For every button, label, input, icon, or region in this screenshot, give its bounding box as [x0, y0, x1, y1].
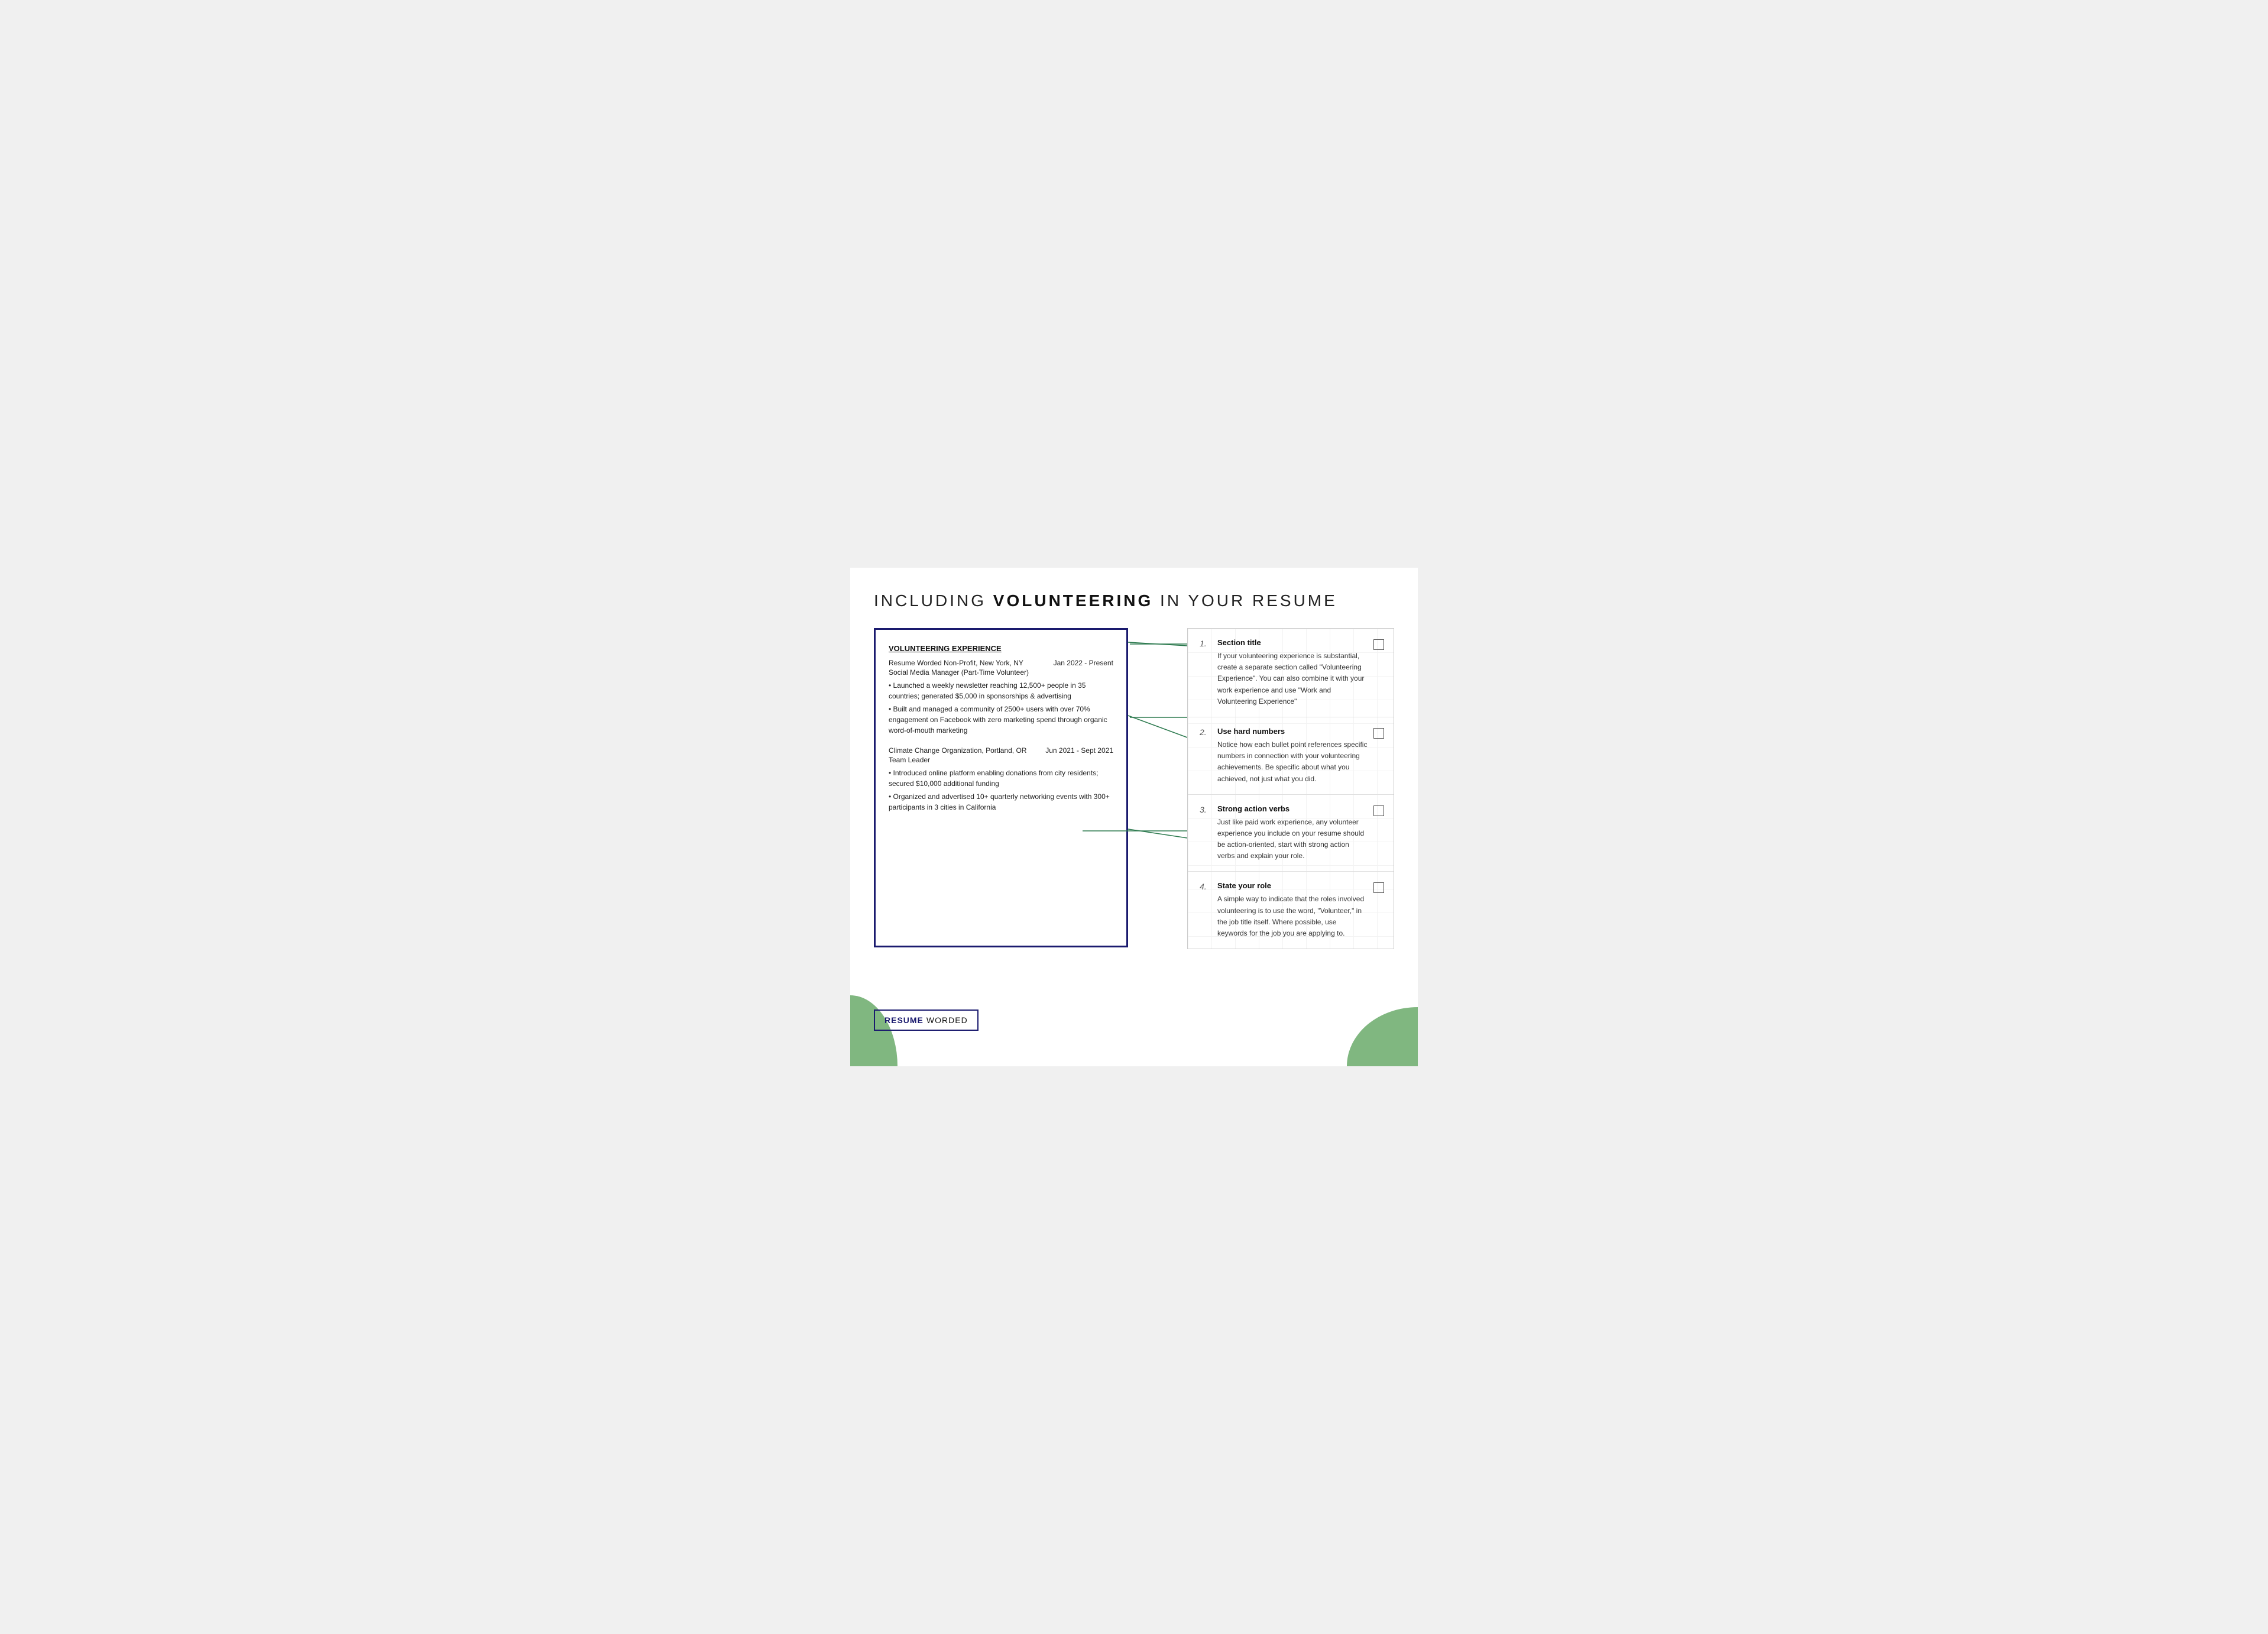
- title-suffix: IN YOUR RESUME: [1153, 591, 1337, 610]
- tip-1-title: Section title: [1217, 638, 1368, 647]
- tip-2-content: Use hard numbers Notice how each bullet …: [1217, 727, 1368, 785]
- content-area: VOLUNTEERING EXPERIENCE Resume Worded No…: [874, 628, 1394, 986]
- resume-entry-1-org: Resume Worded Non-Profit, New York, NY: [889, 659, 1023, 667]
- resume-entry-1-bullet-1: • Launched a weekly newsletter reaching …: [889, 680, 1113, 701]
- tip-4-content: State your role A simple way to indicate…: [1217, 881, 1368, 939]
- tips-panel: 1. Section title If your volunteering ex…: [1187, 628, 1394, 949]
- resume-panel: VOLUNTEERING EXPERIENCE Resume Worded No…: [874, 628, 1128, 947]
- brand-box: RESUME WORDED: [874, 1009, 979, 1031]
- tip-2-number: 2.: [1200, 727, 1217, 737]
- tip-4-text: A simple way to indicate that the roles …: [1217, 894, 1368, 939]
- title-prefix: INCLUDING: [874, 591, 993, 610]
- connector-svg-middle: [1128, 628, 1187, 983]
- page-container: INCLUDING VOLUNTEERING IN YOUR RESUME VO…: [850, 568, 1418, 1066]
- page-title: INCLUDING VOLUNTEERING IN YOUR RESUME: [874, 591, 1394, 610]
- tip-1-checkbox[interactable]: [1373, 639, 1384, 650]
- branding-area: RESUME WORDED: [874, 1009, 1394, 1031]
- resume-entry-2: Climate Change Organization, Portland, O…: [889, 746, 1113, 813]
- tip-3-checkbox[interactable]: [1373, 805, 1384, 816]
- tip-item-2: 2. Use hard numbers Notice how each bull…: [1188, 717, 1394, 795]
- tip-2-text: Notice how each bullet point references …: [1217, 739, 1368, 785]
- brand-worded: WORDED: [926, 1015, 968, 1025]
- tip-4-checkbox[interactable]: [1373, 882, 1384, 893]
- resume-entry-2-bullet-1: • Introduced online platform enabling do…: [889, 768, 1113, 789]
- brand-resume: RESUME: [884, 1015, 924, 1025]
- connector-area: [1128, 628, 1187, 986]
- tip-2-title: Use hard numbers: [1217, 727, 1368, 736]
- tip-1-number: 1.: [1200, 638, 1217, 648]
- tip-1-text: If your volunteering experience is subst…: [1217, 651, 1368, 707]
- resume-section-title: VOLUNTEERING EXPERIENCE: [889, 644, 1113, 653]
- resume-entry-2-date: Jun 2021 - Sept 2021: [1045, 746, 1113, 755]
- resume-entry-2-role: Team Leader: [889, 756, 1113, 764]
- resume-entry-2-bullet-2: • Organized and advertised 10+ quarterly…: [889, 791, 1113, 813]
- tip-3-number: 3.: [1200, 804, 1217, 814]
- resume-entry-2-org: Climate Change Organization, Portland, O…: [889, 746, 1026, 755]
- title-bold: VOLUNTEERING: [993, 591, 1153, 610]
- resume-entry-1: Resume Worded Non-Profit, New York, NY J…: [889, 659, 1113, 736]
- resume-entry-1-header: Resume Worded Non-Profit, New York, NY J…: [889, 659, 1113, 667]
- tip-item-4: 4. State your role A simple way to indic…: [1188, 872, 1394, 949]
- tip-1-content: Section title If your volunteering exper…: [1217, 638, 1368, 707]
- tip-item-1: 1. Section title If your volunteering ex…: [1188, 629, 1394, 717]
- resume-entry-1-role: Social Media Manager (Part-Time Voluntee…: [889, 668, 1113, 677]
- tip-4-number: 4.: [1200, 881, 1217, 891]
- tip-item-3: 3. Strong action verbs Just like paid wo…: [1188, 795, 1394, 872]
- resume-entry-1-date: Jan 2022 - Present: [1054, 659, 1113, 667]
- tip-2-checkbox[interactable]: [1373, 728, 1384, 739]
- tip-4-title: State your role: [1217, 881, 1368, 890]
- resume-entry-1-bullet-2: • Built and managed a community of 2500+…: [889, 704, 1113, 736]
- tip-3-content: Strong action verbs Just like paid work …: [1217, 804, 1368, 862]
- tip-3-title: Strong action verbs: [1217, 804, 1368, 813]
- resume-entry-2-header: Climate Change Organization, Portland, O…: [889, 746, 1113, 755]
- tip-3-text: Just like paid work experience, any volu…: [1217, 817, 1368, 862]
